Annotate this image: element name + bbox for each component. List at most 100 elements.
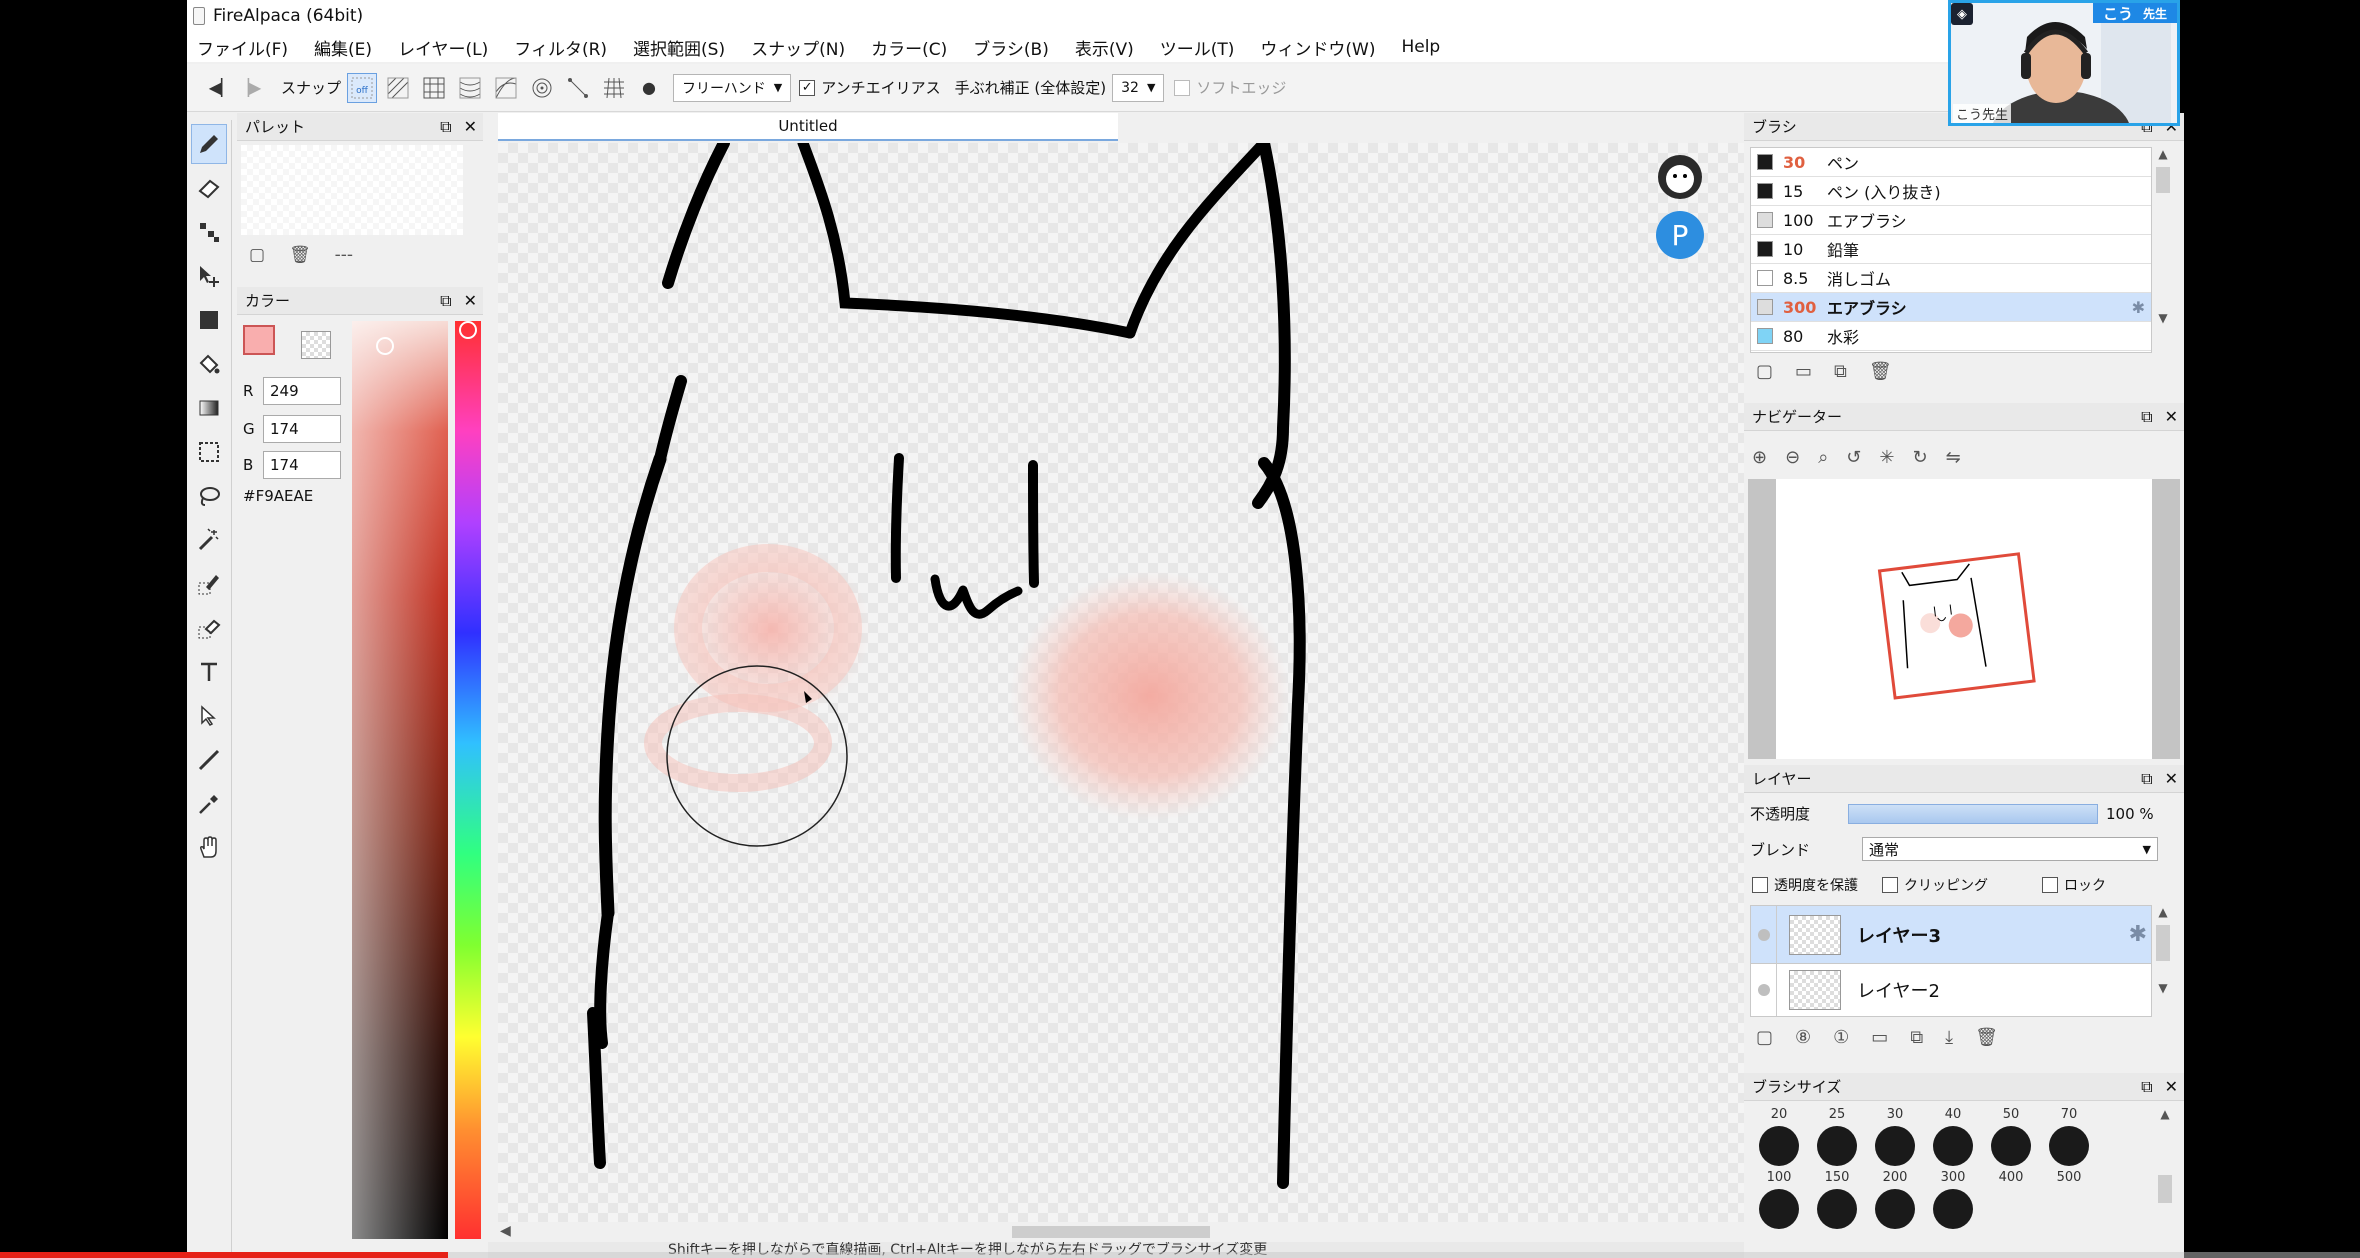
lasso-tool[interactable]	[191, 476, 227, 516]
hue-slider[interactable]	[455, 321, 481, 1239]
menu-tools[interactable]: ツール(T)	[1160, 35, 1235, 60]
gear-icon[interactable]: ✱	[2132, 298, 2145, 317]
folder-icon[interactable]: ▭	[1795, 361, 1812, 382]
red-input[interactable]: 249	[263, 377, 341, 405]
rotate-left-icon[interactable]: ↺	[1846, 447, 1861, 468]
snap-vanishing-button[interactable]	[563, 73, 593, 103]
rotate-reset-icon[interactable]: ✳	[1879, 447, 1894, 468]
snap-curve-button[interactable]	[491, 73, 521, 103]
size-preset[interactable]	[1866, 1189, 1924, 1229]
undock-icon[interactable]: ⧉	[2141, 1077, 2152, 1097]
soft-edge-checkbox[interactable]	[1174, 79, 1191, 96]
close-icon[interactable]: ✕	[2165, 1077, 2178, 1097]
protect-alpha-checkbox[interactable]	[1752, 877, 1768, 893]
lock-checkbox[interactable]	[2042, 877, 2058, 893]
transparent-color-swatch[interactable]	[301, 331, 331, 359]
stroke-mode-select[interactable]: フリーハンド ▼	[673, 73, 792, 102]
size-preset[interactable]	[1808, 1189, 1866, 1229]
foreground-color-swatch[interactable]	[243, 325, 275, 355]
menu-window[interactable]: ウィンドウ(W)	[1260, 35, 1375, 60]
merge-down-icon[interactable]: ⤓	[1945, 1027, 1953, 1048]
new-swatch-icon[interactable]: ▢	[249, 245, 265, 265]
scroll-down-icon[interactable]: ▼	[2154, 981, 2172, 995]
scroll-up-icon[interactable]: ▲	[2154, 905, 2172, 919]
fill-rect-tool[interactable]	[191, 300, 227, 340]
divide-tool[interactable]	[191, 740, 227, 780]
flip-icon[interactable]: ⇋	[1946, 447, 1961, 468]
rotate-right-icon[interactable]: ↻	[1912, 447, 1927, 468]
saturation-value-picker[interactable]	[352, 321, 448, 1239]
size-scroll-thumb[interactable]	[2158, 1175, 2172, 1203]
layer-scroll-thumb[interactable]	[2156, 925, 2170, 961]
snap-radial-button[interactable]	[455, 73, 485, 103]
dot-tool[interactable]	[191, 212, 227, 252]
pixiv-icon[interactable]: P	[1656, 211, 1704, 259]
brush-list-scrollbar[interactable]: ▲ ▼	[2154, 147, 2172, 353]
operation-tool[interactable]	[191, 696, 227, 736]
brush-item-selected[interactable]: 300 エアブラシ ✱	[1751, 293, 2151, 322]
size-preset[interactable]	[1982, 1126, 2040, 1166]
snap-off-button[interactable]: off	[347, 72, 378, 103]
new-layer-icon[interactable]: ▢	[1756, 1027, 1773, 1048]
layer-visibility-toggle[interactable]	[1751, 905, 1777, 964]
delete-layer-icon[interactable]: 🗑	[1975, 1027, 1998, 1048]
duplicate-layer-icon[interactable]: ⧉	[1910, 1027, 1923, 1048]
menu-filter[interactable]: フィルタ(R)	[514, 35, 607, 60]
sv-cursor[interactable]	[376, 337, 394, 355]
zoom-out-icon[interactable]: ⊖	[1785, 447, 1800, 468]
snap-concentric-button[interactable]	[527, 73, 557, 103]
close-icon[interactable]: ✕	[464, 291, 477, 311]
layer-row[interactable]: レイヤー3 ✱	[1751, 905, 2151, 964]
close-icon[interactable]: ✕	[2165, 769, 2178, 789]
palette-swatches[interactable]	[241, 145, 463, 235]
stabilizer-select[interactable]: 32 ▼	[1112, 73, 1165, 102]
close-icon[interactable]: ✕	[464, 117, 477, 137]
antialias-checkbox[interactable]: ✓	[799, 79, 816, 96]
close-icon[interactable]: ✕	[2165, 407, 2178, 427]
undo-icon[interactable]: ◀▏	[207, 74, 235, 102]
brush-item[interactable]: 8.5 消しゴム	[1751, 264, 2151, 293]
scroll-up-icon[interactable]: ▲	[2156, 1107, 2174, 1121]
snap-dot-icon[interactable]: ●	[635, 74, 663, 102]
clipping-checkbox[interactable]	[1882, 877, 1898, 893]
brush-item[interactable]: 10 鉛筆	[1751, 235, 2151, 264]
size-preset[interactable]	[1924, 1126, 1982, 1166]
menu-help[interactable]: Help	[1401, 37, 1440, 57]
new-8bit-layer-icon[interactable]: ⑧	[1795, 1027, 1811, 1048]
brush-item[interactable]: 30 ペン	[1751, 148, 2151, 177]
select-tool[interactable]	[191, 432, 227, 472]
brush-scroll-thumb[interactable]	[2156, 167, 2170, 193]
brush-item[interactable]: 15 ペン (入り抜き)	[1751, 177, 2151, 206]
eraser-tool[interactable]	[191, 168, 227, 208]
hue-cursor[interactable]	[459, 321, 477, 339]
menu-layer[interactable]: レイヤー(L)	[398, 35, 488, 60]
new-1bit-layer-icon[interactable]: ①	[1833, 1027, 1849, 1048]
select-pen-tool[interactable]	[191, 564, 227, 604]
hscroll-thumb[interactable]	[1012, 1226, 1210, 1238]
gradient-tool[interactable]	[191, 388, 227, 428]
menu-file[interactable]: ファイル(F)	[197, 35, 288, 60]
alpaca-icon[interactable]	[1658, 155, 1702, 199]
drawing-canvas[interactable]: P	[498, 143, 1908, 1225]
size-preset[interactable]	[1866, 1126, 1924, 1166]
zoom-reset-icon[interactable]: ⌕	[1818, 447, 1828, 468]
bucket-tool[interactable]	[191, 344, 227, 384]
pen-tool[interactable]	[191, 124, 227, 164]
duplicate-brush-icon[interactable]: ⧉	[1834, 361, 1847, 382]
eyedropper-tool[interactable]	[191, 784, 227, 824]
snap-perspective-button[interactable]	[599, 73, 629, 103]
brush-item[interactable]: 100 エアブラシ	[1751, 206, 2151, 235]
scroll-up-icon[interactable]: ▲	[2154, 147, 2172, 161]
zoom-in-icon[interactable]: ⊕	[1752, 447, 1767, 468]
select-eraser-tool[interactable]	[191, 608, 227, 648]
menu-snap[interactable]: スナップ(N)	[751, 35, 845, 60]
canvas-horizontal-scrollbar[interactable]: ◀ ▶	[498, 1222, 1908, 1242]
text-tool[interactable]	[191, 652, 227, 692]
size-preset[interactable]	[1750, 1126, 1808, 1166]
green-input[interactable]: 174	[263, 415, 341, 443]
new-folder-icon[interactable]: ▭	[1871, 1027, 1888, 1048]
magic-wand-tool[interactable]	[191, 520, 227, 560]
menu-view[interactable]: 表示(V)	[1075, 35, 1134, 60]
move-tool[interactable]	[191, 256, 227, 296]
redo-icon[interactable]: ▕▶	[235, 74, 263, 102]
